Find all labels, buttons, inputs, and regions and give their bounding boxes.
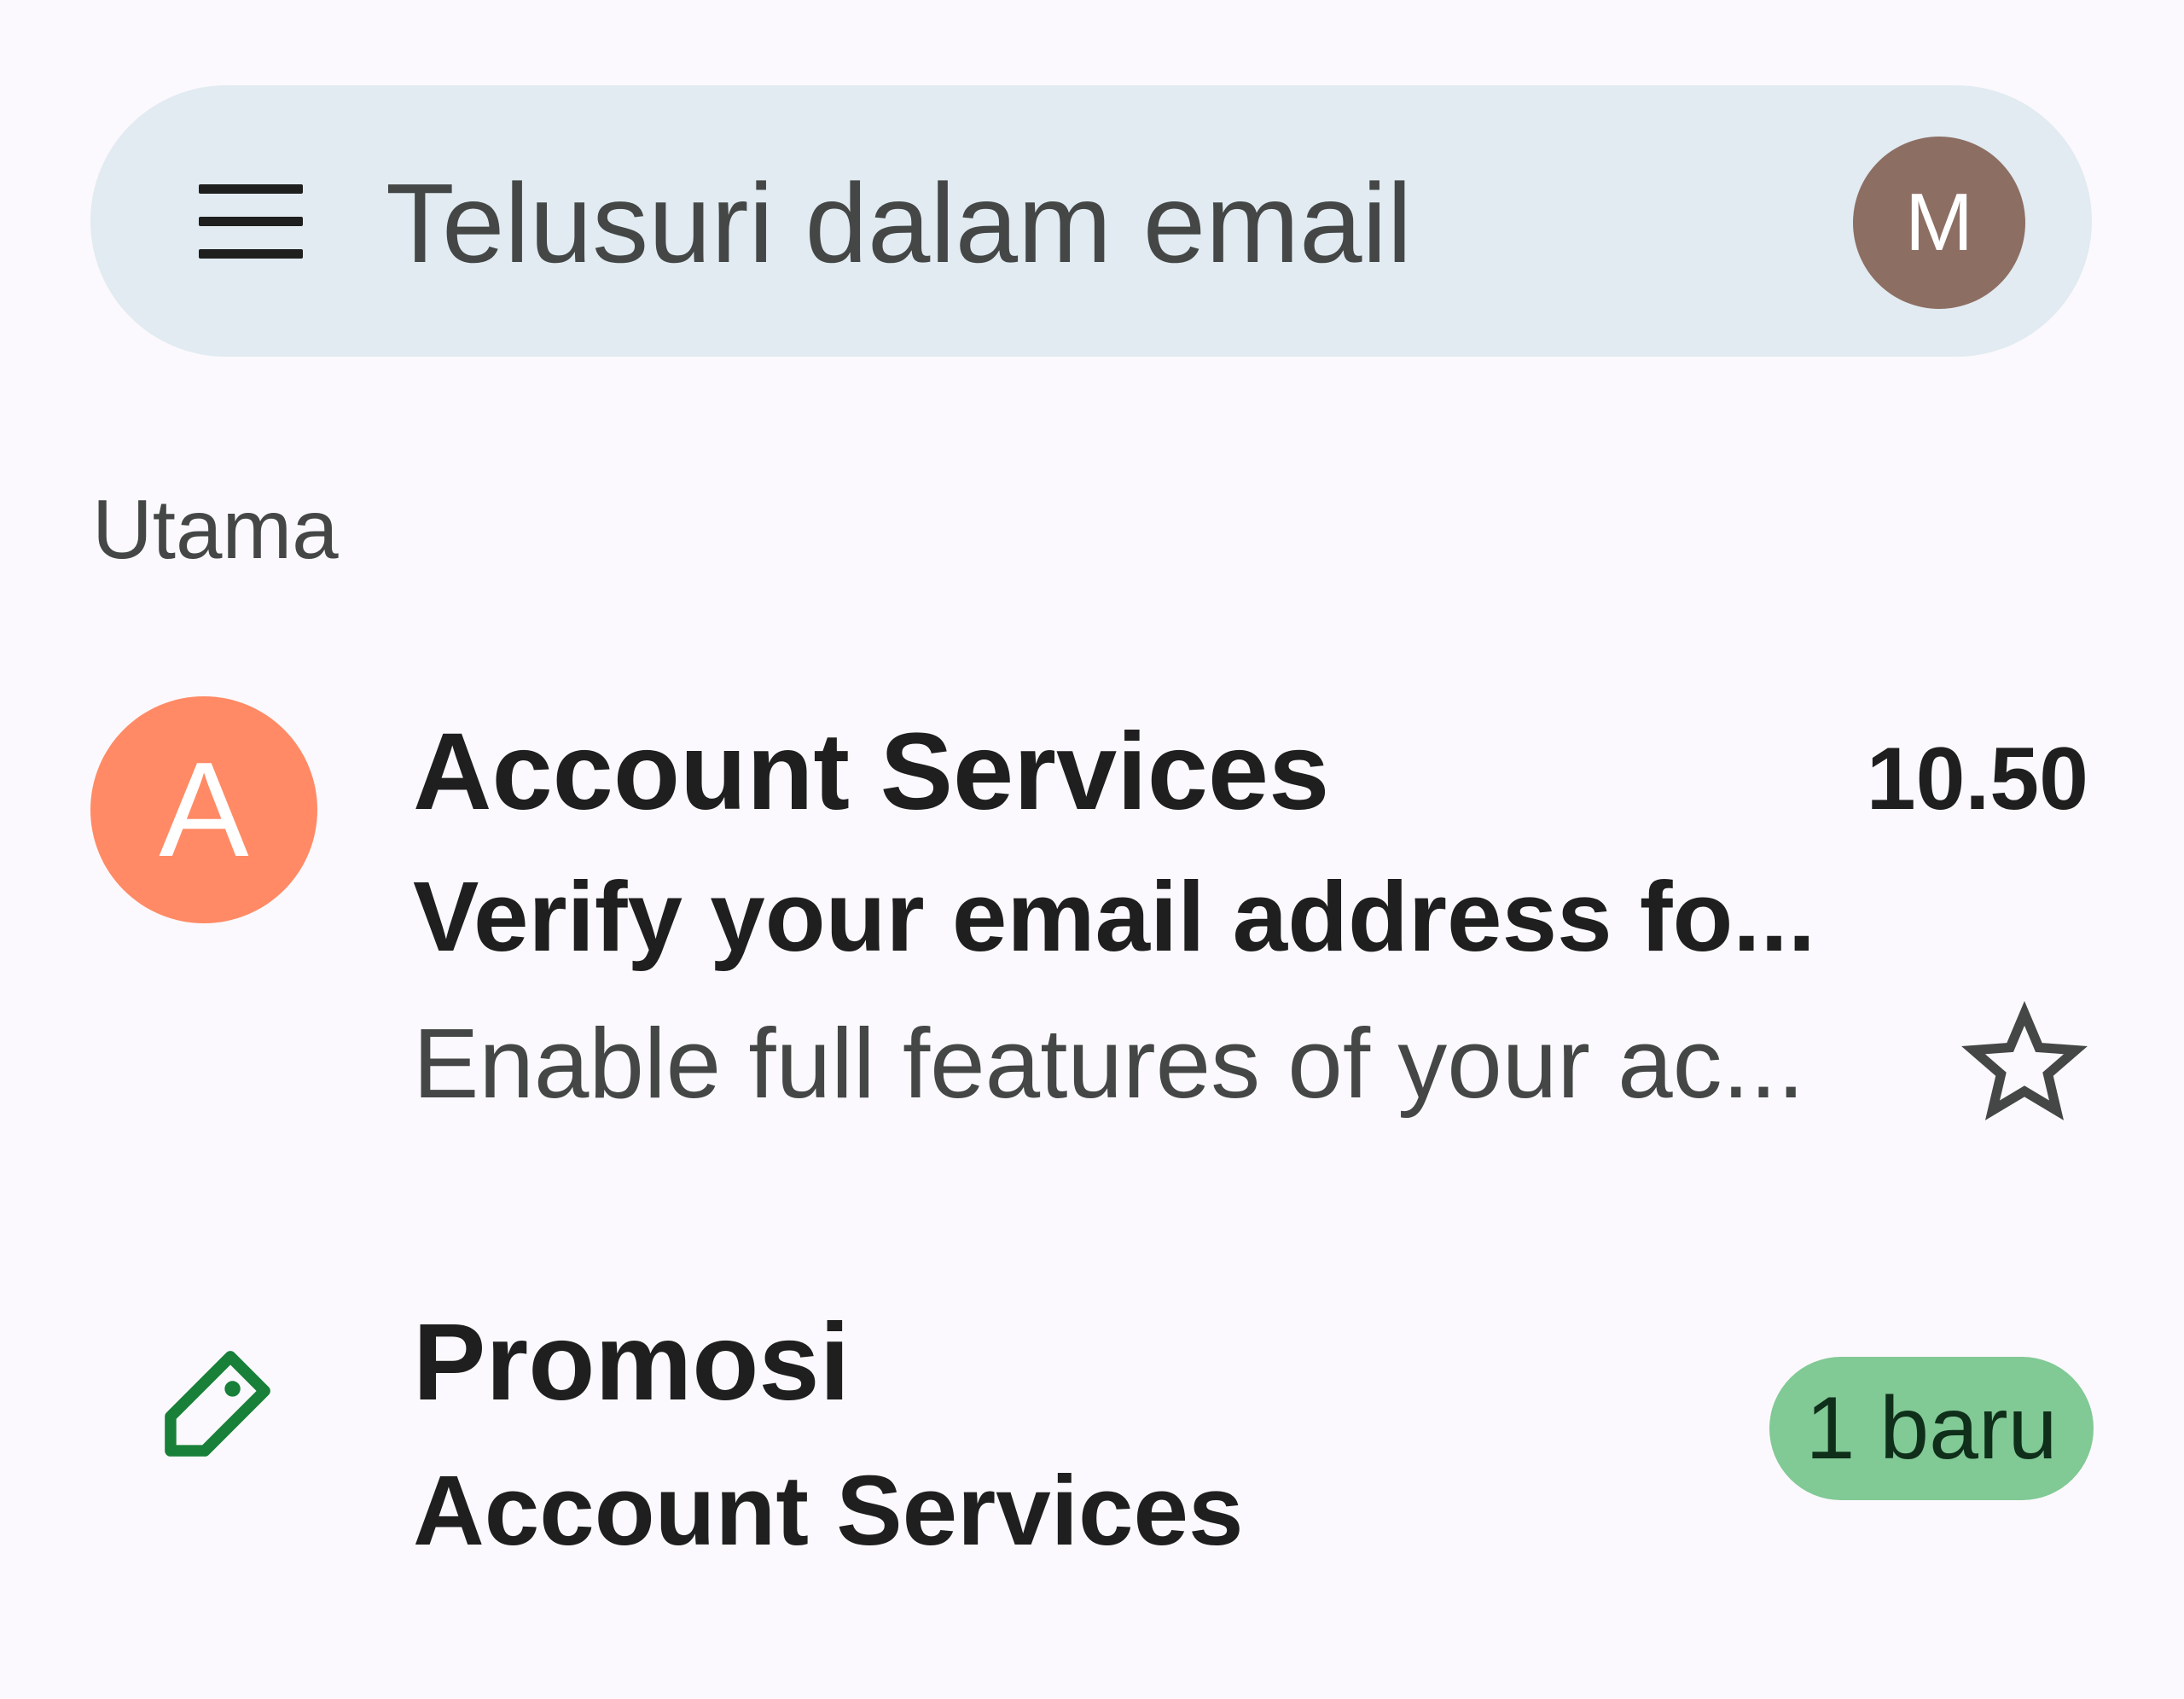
tag-icon [165, 1351, 270, 1457]
menu-icon-line [199, 184, 303, 194]
email-sender: Account Services [413, 711, 1330, 833]
menu-icon-line [199, 249, 303, 259]
email-snippet: Enable full features of your ac... [413, 1008, 1805, 1119]
menu-icon-line [199, 217, 303, 226]
menu-icon[interactable] [199, 184, 303, 259]
section-label-primary: Utama [92, 482, 339, 576]
star-outline-icon[interactable] [1960, 998, 2088, 1126]
email-time: 10.50 [1866, 730, 2088, 829]
new-count-badge: 1 baru [1769, 1357, 2094, 1500]
email-list-item[interactable]: A Account Services 10.50 Verify your ema… [0, 666, 2184, 1178]
sender-avatar: A [90, 696, 317, 923]
promotions-sender: Account Services [413, 1455, 1244, 1566]
promotions-category-row[interactable]: Promosi Account Services 1 baru [0, 1280, 2184, 1621]
search-input[interactable] [386, 150, 1665, 295]
promotions-title: Promosi [413, 1301, 851, 1423]
email-subject: Verify your email address fo... [413, 861, 1815, 972]
account-avatar[interactable]: M [1853, 137, 2025, 309]
